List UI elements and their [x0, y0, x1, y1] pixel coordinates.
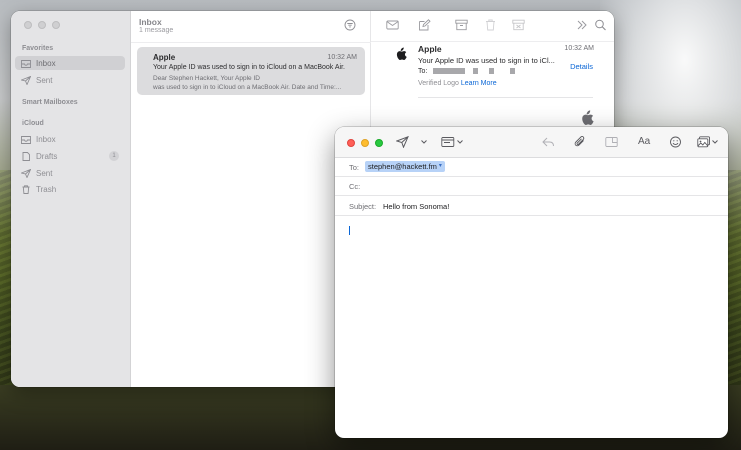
chevron-down-icon[interactable]: ▾	[439, 161, 442, 172]
redacted-recipient	[489, 68, 494, 74]
compose-window: Aa To: stephen@hackett.fm ▾ Cc: Subject:…	[335, 127, 728, 438]
message-subject: Your Apple ID was used to sign in to iCl…	[153, 64, 345, 71]
close-button[interactable]	[347, 139, 355, 147]
archive-icon[interactable]	[455, 19, 468, 31]
inbox-icon	[21, 135, 31, 144]
favorites-heading[interactable]: Favorites	[22, 45, 53, 52]
smart-mailboxes-heading[interactable]: Smart Mailboxes	[22, 99, 78, 106]
list-item[interactable]: Apple 10:32 AM Your Apple ID was used to…	[137, 47, 365, 95]
cc-field-row[interactable]: Cc:	[335, 177, 728, 196]
redacted-recipient	[433, 68, 465, 74]
sidebar-item-sent[interactable]: Sent	[15, 73, 125, 87]
message-time: 10:32 AM	[564, 45, 594, 52]
send-options-chevron-icon[interactable]	[420, 136, 428, 148]
envelope-icon[interactable]	[386, 19, 399, 31]
message-preview-line: was used to sign in to iCloud on a MacBo…	[153, 84, 342, 91]
verified-logo-note: Verified Logo Learn More	[418, 80, 497, 87]
message-list-header: Inbox 1 message	[131, 11, 371, 43]
reply-icon[interactable]	[542, 136, 555, 148]
minimize-button[interactable]	[38, 21, 46, 29]
subject-label: Subject:	[349, 202, 377, 211]
message-preview: Dear Stephen Hackett, Your Apple ID was …	[153, 74, 361, 92]
sidebar-item-drafts[interactable]: Drafts 1	[15, 149, 125, 163]
details-link[interactable]: Details	[570, 62, 593, 71]
to-label: To:	[349, 163, 360, 172]
sidebar-item-icloud-sent[interactable]: Sent	[15, 166, 125, 180]
more-chevron-icon[interactable]	[575, 19, 588, 31]
compose-icon[interactable]	[418, 19, 431, 31]
unread-count-badge: 1	[109, 151, 119, 161]
sidebar-item-label: Sent	[36, 168, 53, 178]
cc-label: Cc:	[349, 182, 361, 191]
send-icon[interactable]	[396, 136, 409, 148]
compose-toolbar: Aa	[335, 127, 728, 158]
verified-logo-label: Verified Logo	[418, 80, 459, 87]
paperplane-icon	[21, 169, 31, 178]
message-count: 1 message	[139, 27, 174, 34]
icloud-heading[interactable]: iCloud	[22, 120, 44, 127]
subject-field-row[interactable]: Subject: Hello from Sonoma!	[335, 197, 728, 216]
recipient-token[interactable]: stephen@hackett.fm ▾	[365, 161, 445, 172]
learn-more-link[interactable]: Learn More	[461, 80, 497, 87]
close-button[interactable]	[24, 21, 32, 29]
redacted-recipient	[510, 68, 515, 74]
sidebar-item-label: Inbox	[36, 134, 56, 144]
format-button[interactable]: Aa	[638, 136, 650, 147]
sidebar-item-trash[interactable]: Trash	[15, 182, 125, 196]
sidebar-item-label: Trash	[36, 184, 57, 194]
message-sender: Apple	[153, 53, 176, 62]
junk-icon[interactable]	[512, 19, 525, 31]
sidebar-item-label: Drafts	[36, 151, 58, 161]
inbox-icon	[21, 59, 31, 68]
photo-browser-icon[interactable]	[697, 136, 719, 148]
insert-photo-icon[interactable]	[605, 136, 618, 148]
emoji-icon[interactable]	[669, 136, 682, 148]
mailbox-title: Inbox	[139, 17, 162, 27]
message-subject: Your Apple ID was used to sign in to iCl…	[418, 56, 555, 65]
sender-name: Apple	[418, 44, 442, 54]
sidebar: Favorites Inbox Sent Smart Mailboxes iCl…	[11, 11, 131, 387]
sidebar-item-label: Inbox	[36, 58, 56, 68]
trash-icon[interactable]	[484, 19, 497, 31]
minimize-button[interactable]	[361, 139, 369, 147]
paperplane-icon	[21, 76, 31, 85]
sidebar-item-icloud-inbox[interactable]: Inbox	[15, 132, 125, 146]
divider	[418, 97, 593, 98]
zoom-button[interactable]	[52, 21, 60, 29]
to-field-row[interactable]: To: stephen@hackett.fm ▾	[335, 158, 728, 177]
apple-logo-icon	[395, 47, 409, 63]
attachment-icon[interactable]	[574, 136, 587, 148]
apple-logo-icon	[580, 110, 596, 128]
message-body-editor[interactable]	[335, 217, 728, 438]
mail-toolbar	[371, 11, 614, 41]
search-icon[interactable]	[594, 19, 607, 31]
divider	[371, 41, 614, 42]
message-time: 10:32 AM	[327, 54, 357, 61]
recipient-address: stephen@hackett.fm	[368, 162, 437, 171]
message-preview-line: Dear Stephen Hackett, Your Apple ID	[153, 75, 260, 82]
header-fields-icon[interactable]	[441, 136, 465, 148]
to-label: To:	[418, 68, 428, 75]
filter-icon[interactable]	[344, 19, 356, 31]
sidebar-item-label: Sent	[36, 75, 53, 85]
sidebar-item-inbox[interactable]: Inbox	[15, 56, 125, 70]
subject-input[interactable]: Hello from Sonoma!	[383, 202, 449, 211]
window-controls[interactable]	[347, 139, 383, 147]
trash-icon	[21, 185, 31, 194]
text-cursor	[349, 226, 350, 235]
document-icon	[21, 152, 31, 161]
window-controls-inactive[interactable]	[24, 21, 60, 29]
redacted-recipient	[473, 68, 478, 74]
zoom-button[interactable]	[375, 139, 383, 147]
